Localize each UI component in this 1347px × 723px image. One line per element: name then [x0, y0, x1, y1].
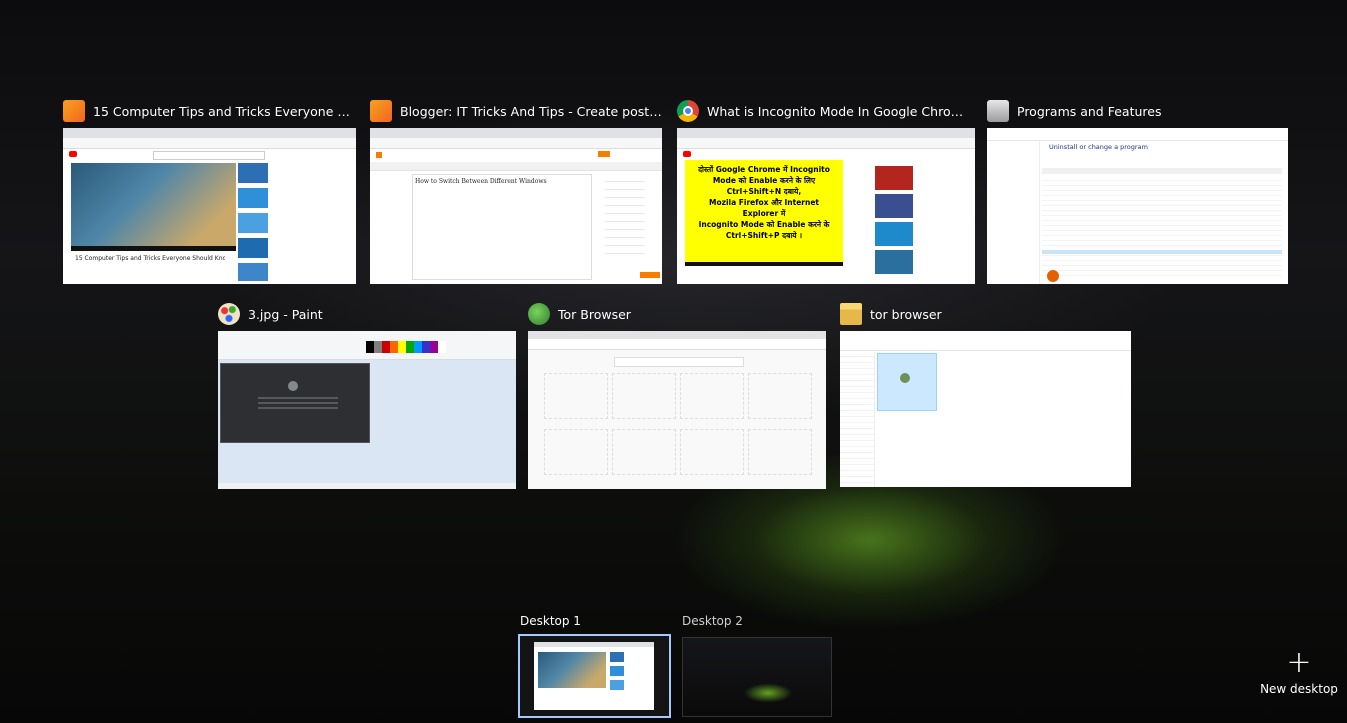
window-thumbnail[interactable] — [218, 331, 516, 489]
tor-browser-icon — [528, 303, 550, 325]
window-title: 3.jpg - Paint — [248, 306, 323, 322]
window-title: Tor Browser — [558, 306, 631, 322]
window-header: Programs and Features — [987, 98, 1288, 124]
chrome-icon — [677, 100, 699, 122]
window-paint[interactable]: 3.jpg - Paint — [218, 301, 516, 489]
video-player[interactable]: दोस्तों Google Chrome में Incognito Mode… — [685, 160, 843, 262]
window-thumbnail[interactable]: 15 Computer Tips and Tricks Everyone Sho… — [63, 128, 356, 284]
post-body-text: How to Switch Between Different Windows — [415, 178, 547, 185]
window-blogger[interactable]: Blogger: IT Tricks And Tips - Create pos… — [370, 98, 662, 284]
window-title: 15 Computer Tips and Tricks Everyone Sho… — [93, 103, 356, 119]
new-desktop-button[interactable]: + New desktop — [1258, 648, 1340, 697]
blogger-logo — [376, 152, 382, 158]
programs-features-icon — [987, 100, 1009, 122]
window-chrome[interactable]: What is Incognito Mode In Google Chrome.… — [677, 98, 975, 284]
window-title: Programs and Features — [1017, 103, 1162, 119]
hindi-line: Ctrl+Shift+N दबाये, — [726, 187, 802, 196]
page-heading: Uninstall or change a program — [1049, 144, 1148, 151]
new-desktop-label: New desktop — [1260, 682, 1338, 696]
hindi-line: Incognito Mode को Enable करने के — [698, 220, 830, 229]
hindi-line: Explorer में — [742, 209, 786, 218]
video-player[interactable] — [71, 163, 236, 251]
window-header: What is Incognito Mode In Google Chrome.… — [677, 98, 975, 124]
window-youtube[interactable]: 15 Computer Tips and Tricks Everyone Sho… — [63, 98, 356, 284]
folder-icon — [840, 303, 862, 325]
hindi-line: दोस्तों Google Chrome में Incognito — [698, 165, 830, 174]
uc-browser-icon — [63, 100, 85, 122]
desktop-1-thumbnail[interactable] — [518, 634, 671, 718]
window-title: What is Incognito Mode In Google Chrome.… — [707, 103, 975, 119]
window-header: 3.jpg - Paint — [218, 301, 516, 327]
hindi-line: Mode को Enable करने के लिए — [712, 176, 816, 185]
window-thumbnail[interactable]: Uninstall or change a program — [987, 128, 1288, 284]
window-programs-features[interactable]: Programs and Features Uninstall or chang… — [987, 98, 1288, 284]
desktop-1-label: Desktop 1 — [520, 614, 581, 628]
plus-icon: + — [1286, 645, 1312, 680]
window-file-explorer[interactable]: tor browser — [840, 301, 1131, 487]
youtube-logo — [69, 151, 77, 157]
window-header: Blogger: IT Tricks And Tips - Create pos… — [370, 98, 662, 124]
window-thumbnail[interactable] — [840, 331, 1131, 487]
video-title: 15 Computer Tips and Tricks Everyone Sho… — [75, 255, 225, 262]
window-header: Tor Browser — [528, 301, 826, 327]
desktop-2-label: Desktop 2 — [682, 614, 743, 628]
paint-icon — [218, 303, 240, 325]
window-title: Blogger: IT Tricks And Tips - Create pos… — [400, 103, 662, 119]
window-title: tor browser — [870, 306, 942, 322]
window-thumbnail[interactable]: दोस्तों Google Chrome में Incognito Mode… — [677, 128, 975, 284]
desktop-2-thumbnail[interactable] — [682, 637, 832, 717]
hindi-line: Ctrl+Shift+P दबाये । — [725, 231, 803, 240]
window-tor-browser[interactable]: Tor Browser — [528, 301, 826, 489]
window-header: tor browser — [840, 301, 1131, 327]
window-header: 15 Computer Tips and Tricks Everyone Sho… — [63, 98, 356, 124]
uc-browser-icon — [370, 100, 392, 122]
window-thumbnail[interactable] — [528, 331, 826, 489]
hindi-line: Mozila Firefox और Internet — [708, 198, 819, 207]
window-thumbnail[interactable]: How to Switch Between Different Windows — [370, 128, 662, 284]
